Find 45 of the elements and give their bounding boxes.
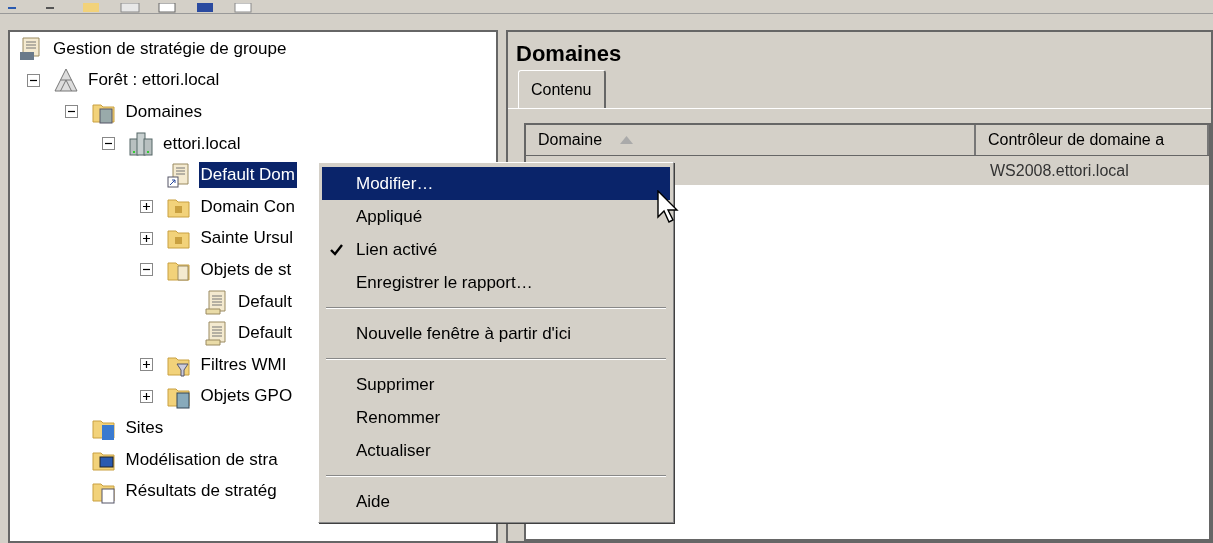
toolbar-icon[interactable] [196,3,216,13]
expander-toggle[interactable] [139,263,153,277]
scroll-icon [203,288,229,315]
tree-item[interactable]: ettori.local [161,130,243,157]
menu-item[interactable]: Nouvelle fenêtre à partir d'ici [322,317,670,350]
expander-toggle[interactable] [139,231,153,245]
expander-toggle[interactable] [64,105,78,119]
tree-item[interactable]: Gestion de stratégie de groupe [51,35,289,62]
menu-item[interactable]: Modifier… [322,167,670,200]
plus-icon [141,233,151,243]
expander-toggle[interactable] [139,358,153,372]
tree-item[interactable]: Domain Con [198,193,297,220]
tree-item[interactable]: Default [236,288,294,315]
plus-icon [141,391,151,401]
expander-toggle[interactable] [102,137,115,151]
tree-item[interactable]: Filtres WMI [198,351,289,378]
menu-item[interactable]: Enregistrer le rapport… [322,266,670,299]
servers-icon [128,130,154,157]
tree-item[interactable]: Résultats de stratég [123,478,279,505]
tree-item[interactable]: Default [236,320,294,347]
tree-item[interactable]: Objets de st [198,256,294,283]
scroll-icon [203,320,229,347]
expander-toggle[interactable] [139,389,153,403]
menu-item[interactable]: Aide [322,485,670,518]
expander-toggle[interactable] [139,200,153,214]
pane-title: Domaines [515,40,623,68]
tree-item[interactable]: Modélisation de stra [123,446,280,473]
tree-item[interactable]: Forêt : ettori.local [86,67,222,94]
shortcut-scroll-icon [165,162,192,189]
menu-item[interactable]: Supprimer [322,368,670,401]
check-icon [330,244,343,256]
tree-item[interactable]: Default Dom [198,162,297,189]
tree-item[interactable]: Objets GPO [198,383,295,410]
menu-item[interactable]: Renommer [322,401,670,434]
plus-icon [141,202,151,212]
triangle-icon [53,67,79,94]
tree-item[interactable]: Sites [123,414,166,441]
menu-item[interactable]: Lien activé [322,233,670,266]
tree-item[interactable]: Domaines [123,99,205,125]
tab[interactable]: Contenu [518,70,606,108]
plus-icon [141,360,151,370]
table-cell: WS2008.ettori.local [990,161,1129,179]
tree-item[interactable]: Sainte Ursul [198,225,296,252]
menu-item[interactable]: Actualiser [322,434,670,467]
expander-toggle[interactable] [27,73,40,87]
